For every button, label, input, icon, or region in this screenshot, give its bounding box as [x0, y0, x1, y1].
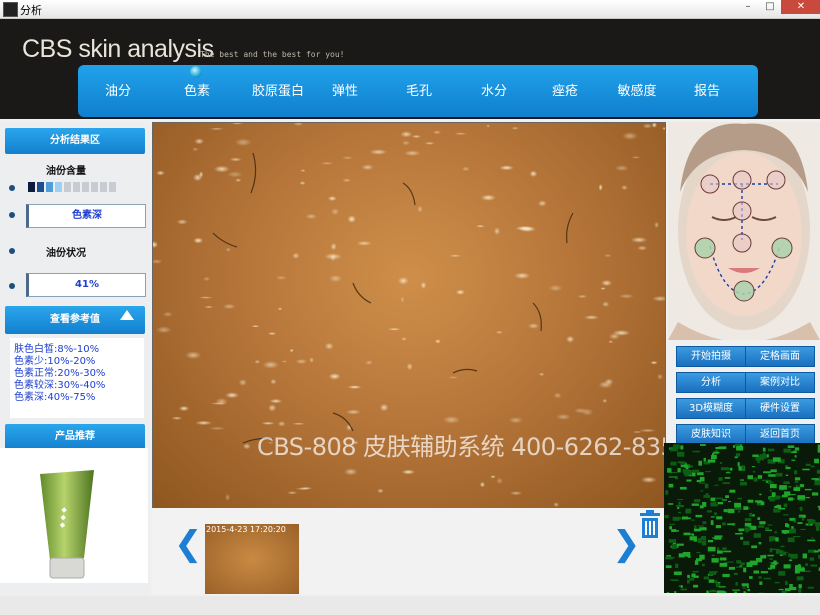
- bullet-icon: [9, 248, 15, 254]
- face-icon: [668, 122, 820, 340]
- app-icon: [3, 2, 18, 17]
- tab-report[interactable]: 报告: [677, 80, 737, 100]
- watermark-text: CBS-808 皮肤辅助系统 400-6262-835: [257, 433, 666, 461]
- product-image[interactable]: ◆ ◆ ◆: [0, 448, 148, 583]
- scale-segment: [100, 182, 107, 192]
- tagline: The best and the best for you!: [200, 50, 345, 59]
- scale-segment: [28, 182, 35, 192]
- pigment-value: 色素深: [26, 204, 146, 228]
- start-capture-button[interactable]: 开始拍摄: [676, 346, 746, 367]
- oil-content-label: 油份含量: [46, 166, 86, 177]
- freeze-frame-button[interactable]: 定格画面: [745, 346, 815, 367]
- analyze-button[interactable]: 分析: [676, 372, 746, 393]
- trash-icon-svg: [640, 510, 660, 538]
- skin-microscope-image: CBS-808 皮肤辅助系统 400-6262-835: [152, 122, 666, 509]
- logo: CBS skin analysis: [22, 35, 214, 63]
- close-button[interactable]: ✕: [781, 0, 820, 14]
- face-zone-map: [668, 122, 820, 340]
- reference-title: 查看参考值: [50, 314, 100, 325]
- reference-item: 色素正常:20%-30%: [14, 368, 106, 379]
- reference-list: 肤色白皙:8%-10% 色素少:10%-20% 色素正常:20%-30% 色素较…: [10, 338, 144, 418]
- capture-thumbnail[interactable]: [205, 524, 299, 594]
- scale-segment: [64, 182, 71, 192]
- bullet-icon: [9, 212, 15, 218]
- bullet-icon: [9, 185, 15, 191]
- tab-acne[interactable]: 痤疮: [535, 80, 595, 100]
- 3d-blur-button[interactable]: 3D模糊度: [676, 398, 746, 419]
- pigment-heatmap: [664, 443, 820, 593]
- reference-item: 色素较深:30%-40%: [14, 380, 106, 391]
- tab-elasticity[interactable]: 弹性: [315, 80, 375, 100]
- trash-icon[interactable]: [638, 510, 662, 544]
- product-header: 产品推荐: [5, 424, 145, 450]
- maximize-button[interactable]: □: [759, 0, 781, 14]
- tab-sensitivity[interactable]: 敏感度: [607, 80, 667, 100]
- scale-segment: [46, 182, 53, 192]
- product-tube-icon: ◆ ◆ ◆: [40, 470, 94, 579]
- tab-moisture[interactable]: 水分: [464, 80, 524, 100]
- skin-knowledge-button[interactable]: 皮肤知识: [676, 424, 746, 445]
- scale-segment: [91, 182, 98, 192]
- active-tab-indicator: [190, 66, 202, 78]
- chevron-left-icon[interactable]: ❮: [174, 524, 203, 564]
- tab-pigment[interactable]: 色素: [167, 80, 227, 100]
- bullet-icon: [9, 283, 15, 289]
- status-bar: [0, 596, 820, 615]
- heatmap-texture-icon: [664, 443, 820, 593]
- reference-item: 肤色白皙:8%-10%: [14, 344, 100, 355]
- scale-segment: [55, 182, 62, 192]
- minimize-button[interactable]: –: [737, 0, 759, 14]
- hardware-settings-button[interactable]: 硬件设置: [745, 398, 815, 419]
- reference-item: 色素少:10%-20%: [14, 356, 96, 367]
- scale-segment: [109, 182, 116, 192]
- collapse-arrow-icon[interactable]: [120, 310, 134, 320]
- chevron-right-icon[interactable]: ❯: [612, 524, 641, 564]
- title-bar: 分析 – □ ✕: [0, 0, 820, 19]
- scale-segment: [82, 182, 89, 192]
- oil-status-label: 油份状况: [46, 248, 86, 259]
- tab-pores[interactable]: 毛孔: [389, 80, 449, 100]
- case-compare-button[interactable]: 案例对比: [745, 372, 815, 393]
- scale-segment: [37, 182, 44, 192]
- scale-segment: [73, 182, 80, 192]
- tab-collagen[interactable]: 胶原蛋白: [238, 80, 318, 100]
- home-button[interactable]: 返回首页: [745, 424, 815, 445]
- window-title: 分析: [20, 4, 42, 17]
- percent-value: 41%: [26, 273, 146, 297]
- thumbnail-timestamp: 2015-4-23 17:20:20: [206, 525, 286, 534]
- tab-oil[interactable]: 油分: [88, 80, 148, 100]
- analysis-result-header: 分析结果区: [5, 128, 145, 154]
- nav-bar: 油分 色素 胶原蛋白 弹性 毛孔 水分 痤疮 敏感度 报告: [78, 65, 758, 117]
- reference-item: 色素深:40%-75%: [14, 392, 96, 403]
